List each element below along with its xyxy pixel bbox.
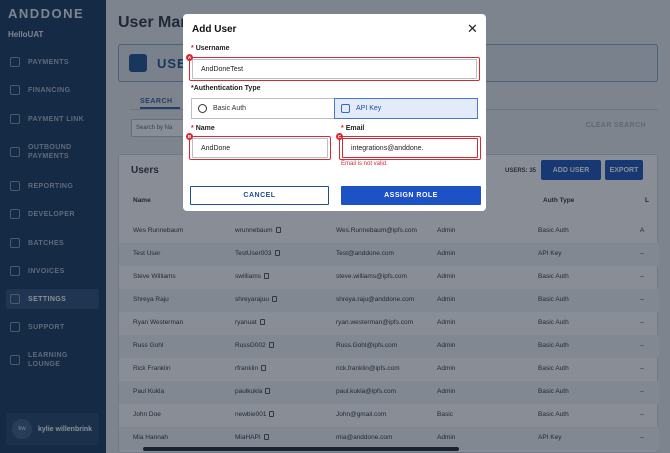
name-label: * Name xyxy=(191,125,215,132)
check-circle-icon xyxy=(198,104,207,113)
email-label: * Email xyxy=(341,125,365,132)
username-field[interactable]: AndDoneTest xyxy=(192,59,477,79)
cancel-button[interactable]: CANCEL xyxy=(190,186,329,205)
marker-c: C xyxy=(336,133,343,140)
required-mark: * xyxy=(191,45,194,52)
marker-b: B xyxy=(186,133,193,140)
email-error-text: Email is not valid. xyxy=(341,161,388,167)
auth-option-api-key[interactable]: API Key xyxy=(334,98,478,119)
name-field[interactable]: AndDone xyxy=(192,138,328,158)
dialog-title: Add User xyxy=(192,24,237,35)
auth-option-basic[interactable]: Basic Auth xyxy=(191,98,335,119)
marker-a: A xyxy=(186,54,193,61)
auth-type-label: *Authentication Type xyxy=(191,85,261,92)
email-field[interactable]: integrations@anddone. xyxy=(342,138,478,158)
assign-role-button[interactable]: ASSIGN ROLE xyxy=(341,186,481,205)
add-user-dialog: Add User ✕ * Username AndDoneTest A *Aut… xyxy=(183,14,486,211)
api-key-icon xyxy=(341,104,350,113)
username-label: * Username xyxy=(191,45,230,52)
close-icon[interactable]: ✕ xyxy=(467,22,478,35)
